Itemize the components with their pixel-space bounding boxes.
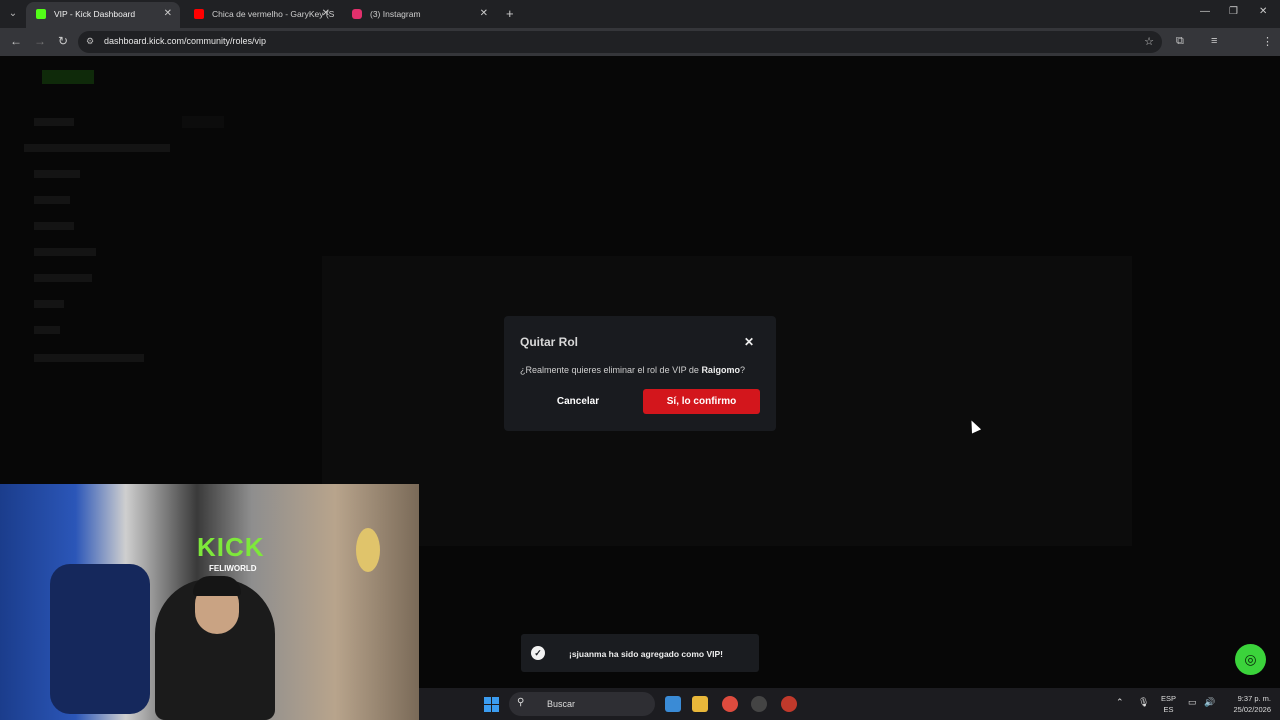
tab-instagram[interactable]: (3) Instagram ✕ — [342, 2, 496, 28]
instagram-icon — [352, 9, 362, 19]
toast-message: ¡sjuanma ha sido agregado como VIP! — [569, 649, 723, 659]
tray-overflow-icon[interactable]: ⌃ — [1116, 697, 1124, 708]
chrome-profile-icon[interactable] — [781, 696, 797, 712]
sidebar-item — [34, 354, 144, 362]
tab-title: VIP - Kick Dashboard — [54, 9, 136, 19]
page-title — [182, 116, 224, 128]
close-icon[interactable]: ✕ — [480, 2, 488, 26]
restore-icon[interactable]: ❐ — [1229, 6, 1238, 17]
media-icon[interactable]: ≡ — [1211, 35, 1217, 47]
windows-start-icon[interactable] — [484, 697, 499, 712]
close-icon[interactable]: ✕ — [744, 335, 754, 349]
minimize-icon[interactable]: — — [1200, 6, 1210, 17]
tab-title: Chica de vermelho - GaryKey (S — [212, 9, 335, 19]
cancel-button[interactable]: Cancelar — [520, 389, 636, 414]
sidebar-item — [34, 248, 96, 256]
check-circle-icon: ✓ — [531, 646, 545, 660]
sidebar-item — [34, 274, 92, 282]
success-toast: ✓ ¡sjuanma ha sido agregado como VIP! — [521, 634, 759, 672]
sidebar-item — [34, 170, 80, 178]
tab-youtube[interactable]: Chica de vermelho - GaryKey (S ✕ — [184, 2, 338, 28]
task-view-icon[interactable] — [665, 696, 681, 712]
youtube-icon — [194, 9, 204, 19]
clock-time: 9:37 p. m. — [1237, 694, 1271, 703]
lang-bottom: ES — [1163, 705, 1174, 714]
sidebar-item — [34, 222, 74, 230]
remove-role-dialog: Quitar Rol ✕ ¿Realmente quieres eliminar… — [504, 316, 776, 431]
webcam-overlay: KICK FELIWORLD — [0, 484, 419, 720]
gaming-chair — [50, 564, 150, 714]
new-tab-button[interactable]: + — [506, 6, 514, 21]
confirm-button[interactable]: Sí, lo confirmo — [643, 389, 760, 414]
forward-icon[interactable]: → — [34, 34, 46, 48]
wall-clock — [356, 528, 380, 572]
dialog-message-prefix: ¿Realmente quieres eliminar el rol de VI… — [520, 365, 702, 375]
back-icon[interactable]: ← — [10, 34, 22, 48]
webcam-banner-sub: FELIWORLD — [209, 564, 257, 573]
dialog-username: Raigomo — [701, 365, 740, 375]
search-icon: ⚲ — [517, 697, 525, 708]
address-bar[interactable]: ⚙ dashboard.kick.com/community/roles/vip… — [78, 31, 1162, 53]
more-menu-icon[interactable]: ⋮ — [1262, 35, 1273, 48]
browser-tab-bar: ⌄ VIP - Kick Dashboard ✕ Chica de vermel… — [0, 0, 1280, 28]
tab-search-icon[interactable]: ⌄ — [5, 6, 21, 22]
obs-icon[interactable] — [751, 696, 767, 712]
search-placeholder: Buscar — [547, 699, 576, 709]
browser-toolbar: ← → ↻ ⚙ dashboard.kick.com/community/rol… — [0, 28, 1280, 77]
microphone-icon[interactable]: 🎙 — [1138, 697, 1149, 708]
taskbar-clock[interactable]: 9:37 p. m. 25/02/2026 — [1225, 693, 1271, 715]
streamer-cap — [193, 576, 241, 596]
window-close-icon[interactable]: ✕ — [1259, 6, 1267, 17]
language-indicator[interactable]: ESP ES — [1161, 693, 1176, 715]
site-info-icon[interactable]: ⚙ — [86, 36, 94, 47]
sidebar-item — [24, 144, 170, 152]
volume-icon[interactable]: 🔊 — [1204, 697, 1215, 708]
sidebar-item — [34, 118, 74, 126]
kick-logo — [42, 70, 94, 84]
support-chat-icon[interactable]: ◎ — [1235, 644, 1266, 675]
tab-kick-dashboard[interactable]: VIP - Kick Dashboard ✕ — [26, 2, 180, 28]
close-icon[interactable]: ✕ — [322, 2, 330, 26]
reload-icon[interactable]: ↻ — [58, 34, 68, 48]
dialog-title: Quitar Rol — [520, 335, 579, 349]
tab-title: (3) Instagram — [370, 9, 421, 19]
file-explorer-icon[interactable] — [692, 696, 708, 712]
kick-icon — [36, 9, 46, 19]
bookmark-star-icon[interactable]: ☆ — [1144, 35, 1154, 48]
sidebar-item — [34, 196, 70, 204]
extensions-icon[interactable]: ⧉ — [1176, 35, 1184, 48]
lang-top: ESP — [1161, 694, 1177, 703]
taskbar-search[interactable]: ⚲ Buscar — [509, 692, 655, 716]
dialog-message-suffix: ? — [739, 365, 745, 375]
sidebar-item — [34, 326, 60, 334]
webcam-kick-banner: KICK — [197, 532, 265, 562]
chrome-icon[interactable] — [722, 696, 738, 712]
sidebar-item — [34, 300, 64, 308]
dialog-message: ¿Realmente quieres eliminar el rol de VI… — [520, 365, 745, 375]
url-text[interactable]: dashboard.kick.com/community/roles/vip — [104, 36, 266, 46]
windows-taskbar: ⚲ Buscar ⌃ 🎙 ESP ES ▭ 🔊 9:37 p. m. 25/02… — [419, 688, 1280, 720]
clock-date: 25/02/2026 — [1233, 705, 1271, 714]
close-icon[interactable]: ✕ — [164, 2, 172, 26]
network-icon[interactable]: ▭ — [1188, 697, 1197, 708]
